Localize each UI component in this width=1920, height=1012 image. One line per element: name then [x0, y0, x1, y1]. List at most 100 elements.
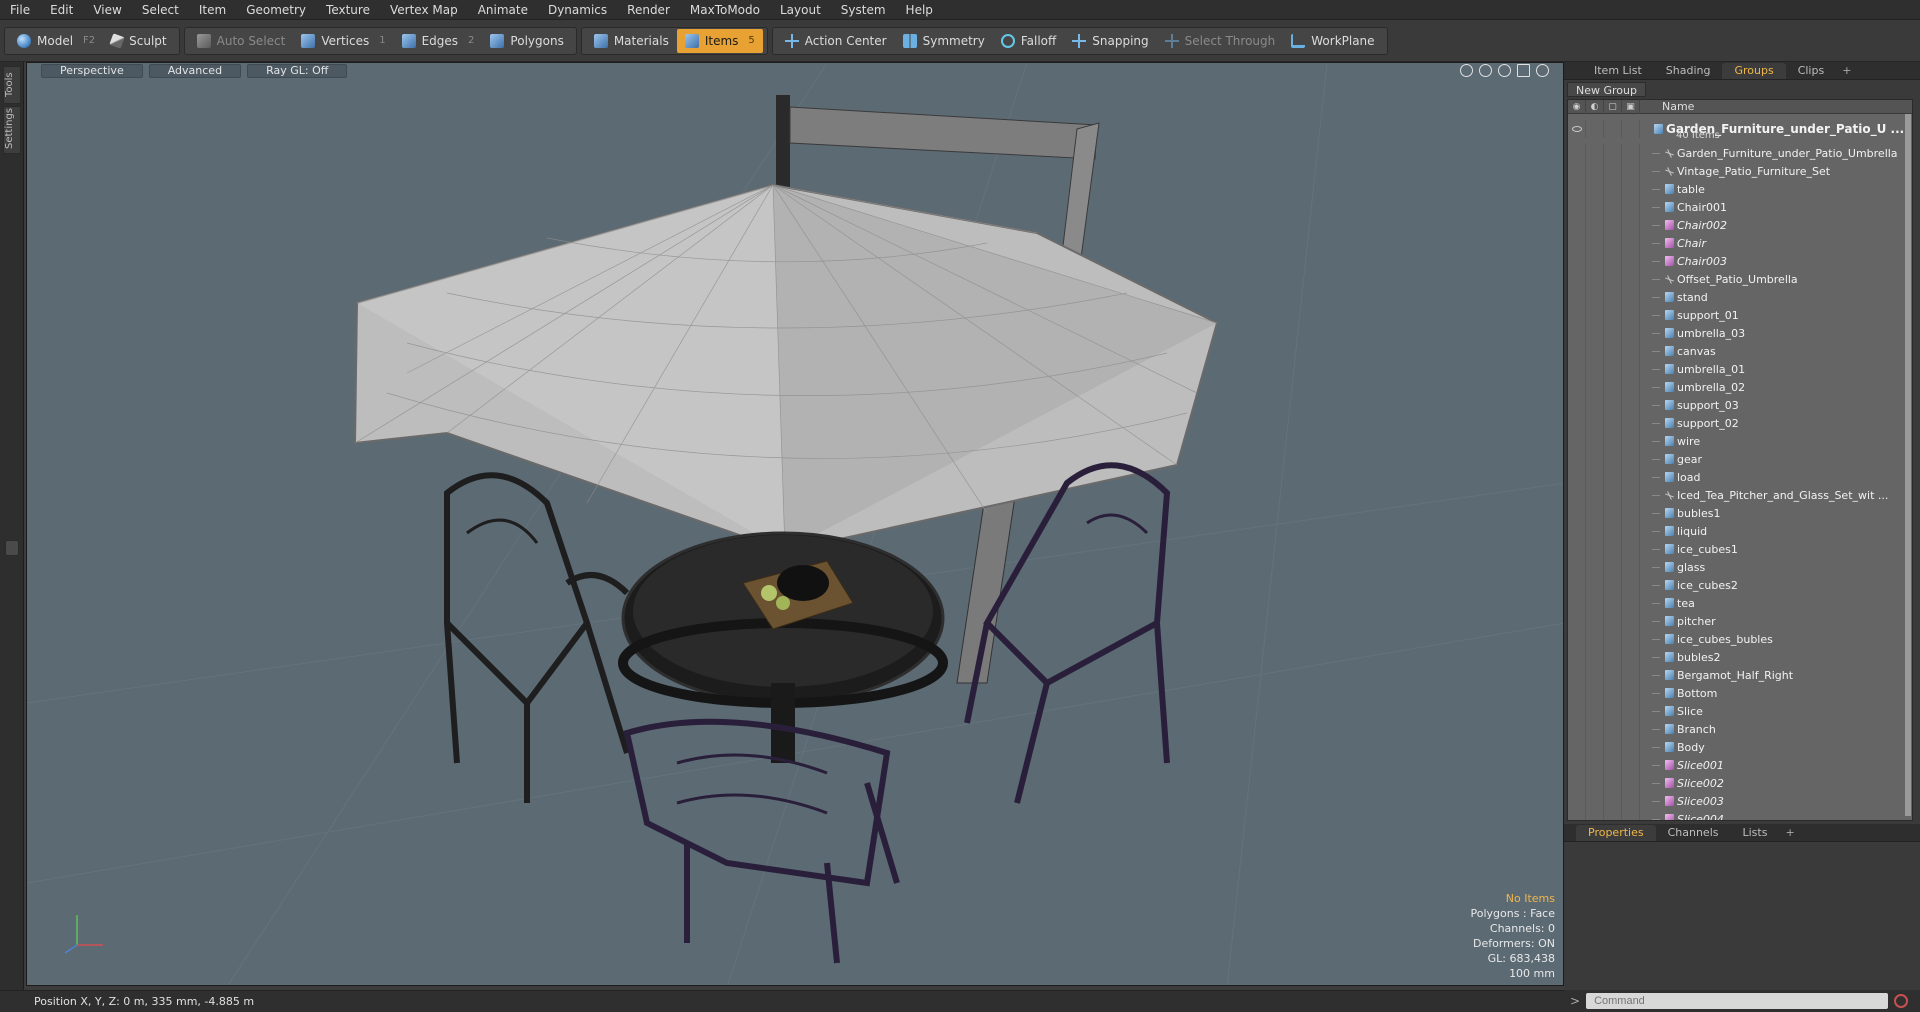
- menu-render[interactable]: Render: [617, 0, 680, 20]
- row-toggle-cell[interactable]: [1568, 396, 1586, 414]
- row-toggle-cell[interactable]: [1586, 540, 1604, 558]
- list-item[interactable]: canvas: [1568, 342, 1912, 360]
- edges-button[interactable]: Edges 2: [394, 29, 483, 53]
- list-item[interactable]: Bottom: [1568, 684, 1912, 702]
- action-center-button[interactable]: Action Center: [777, 29, 895, 53]
- row-toggle-cell[interactable]: [1622, 216, 1640, 234]
- command-input[interactable]: [1586, 993, 1889, 1009]
- tab-properties[interactable]: Properties: [1576, 825, 1656, 841]
- row-toggle-cell[interactable]: [1622, 180, 1640, 198]
- list-item[interactable]: umbrella_01: [1568, 360, 1912, 378]
- row-toggle-cell[interactable]: [1568, 468, 1586, 486]
- row-toggle-cell[interactable]: [1604, 360, 1622, 378]
- row-toggle-cell[interactable]: [1568, 288, 1586, 306]
- row-toggle-cell[interactable]: [1568, 216, 1586, 234]
- row-toggle-cell[interactable]: [1622, 378, 1640, 396]
- list-item[interactable]: Chair: [1568, 234, 1912, 252]
- row-toggle-cell[interactable]: [1568, 774, 1586, 792]
- list-item[interactable]: Body: [1568, 738, 1912, 756]
- row-toggle-cell[interactable]: [1604, 738, 1622, 756]
- list-item[interactable]: Slice002: [1568, 774, 1912, 792]
- items-button[interactable]: Items 5: [676, 28, 763, 53]
- row-toggle-cell[interactable]: [1604, 756, 1622, 774]
- row-toggle-cell[interactable]: [1622, 450, 1640, 468]
- row-toggle-cell[interactable]: [1604, 774, 1622, 792]
- add-tab-icon[interactable]: +: [1836, 63, 1857, 79]
- row-toggle-cell[interactable]: [1568, 648, 1586, 666]
- row-toggle-cell[interactable]: [1586, 198, 1604, 216]
- lock-toggle[interactable]: [1586, 120, 1604, 138]
- list-item[interactable]: liquid: [1568, 522, 1912, 540]
- row-toggle-cell[interactable]: [1586, 324, 1604, 342]
- row-toggle-cell[interactable]: [1586, 342, 1604, 360]
- row-toggle-cell[interactable]: [1568, 504, 1586, 522]
- row-toggle-cell[interactable]: [1622, 414, 1640, 432]
- list-item[interactable]: Chair003: [1568, 252, 1912, 270]
- list-item[interactable]: load: [1568, 468, 1912, 486]
- row-toggle-cell[interactable]: [1622, 810, 1640, 820]
- menu-item[interactable]: Item: [189, 0, 236, 20]
- menu-view[interactable]: View: [83, 0, 131, 20]
- list-item[interactable]: Branch: [1568, 720, 1912, 738]
- row-toggle-cell[interactable]: [1622, 738, 1640, 756]
- row-toggle-cell[interactable]: [1622, 720, 1640, 738]
- row-toggle-cell[interactable]: [1622, 306, 1640, 324]
- row-toggle-cell[interactable]: [1568, 558, 1586, 576]
- row-toggle-cell[interactable]: [1622, 144, 1640, 162]
- row-toggle-cell[interactable]: [1568, 450, 1586, 468]
- row-toggle-cell[interactable]: [1586, 396, 1604, 414]
- row-toggle-cell[interactable]: [1604, 306, 1622, 324]
- row-toggle-cell[interactable]: [1622, 234, 1640, 252]
- row-toggle-cell[interactable]: [1568, 414, 1586, 432]
- row-toggle-cell[interactable]: [1568, 198, 1586, 216]
- row-toggle-cell[interactable]: [1622, 252, 1640, 270]
- row-toggle-cell[interactable]: [1586, 180, 1604, 198]
- list-item[interactable]: Chair001: [1568, 198, 1912, 216]
- menu-dynamics[interactable]: Dynamics: [538, 0, 617, 20]
- row-toggle-cell[interactable]: [1604, 234, 1622, 252]
- row-toggle-cell[interactable]: [1586, 306, 1604, 324]
- row-toggle-cell[interactable]: [1568, 756, 1586, 774]
- list-item[interactable]: Bergamot_Half_Right: [1568, 666, 1912, 684]
- list-item[interactable]: Slice004: [1568, 810, 1912, 820]
- strip-toggle-button[interactable]: [5, 540, 19, 556]
- list-item[interactable]: pitcher: [1568, 612, 1912, 630]
- row-toggle-cell[interactable]: [1568, 270, 1586, 288]
- row-toggle-cell[interactable]: [1586, 450, 1604, 468]
- list-item[interactable]: tea: [1568, 594, 1912, 612]
- row-toggle-cell[interactable]: [1568, 378, 1586, 396]
- row-toggle-cell[interactable]: [1604, 288, 1622, 306]
- row-toggle-cell[interactable]: [1622, 594, 1640, 612]
- row-toggle-cell[interactable]: [1604, 666, 1622, 684]
- row-toggle-cell[interactable]: [1604, 216, 1622, 234]
- menu-system[interactable]: System: [831, 0, 896, 20]
- row-toggle-cell[interactable]: [1604, 504, 1622, 522]
- row-toggle-cell[interactable]: [1586, 738, 1604, 756]
- row-toggle-cell[interactable]: [1568, 234, 1586, 252]
- row-toggle-cell[interactable]: [1568, 576, 1586, 594]
- row-toggle-cell[interactable]: [1604, 432, 1622, 450]
- row-toggle-cell[interactable]: [1568, 432, 1586, 450]
- row-toggle-cell[interactable]: [1604, 792, 1622, 810]
- row-toggle-cell[interactable]: [1622, 774, 1640, 792]
- row-toggle-cell[interactable]: [1586, 270, 1604, 288]
- list-item[interactable]: Slice003: [1568, 792, 1912, 810]
- render-toggle[interactable]: [1622, 120, 1640, 138]
- row-toggle-cell[interactable]: [1568, 540, 1586, 558]
- row-toggle-cell[interactable]: [1604, 342, 1622, 360]
- row-toggle-cell[interactable]: [1604, 450, 1622, 468]
- row-toggle-cell[interactable]: [1586, 252, 1604, 270]
- row-toggle-cell[interactable]: [1586, 648, 1604, 666]
- row-toggle-cell[interactable]: [1586, 792, 1604, 810]
- row-toggle-cell[interactable]: [1568, 360, 1586, 378]
- menu-help[interactable]: Help: [896, 0, 943, 20]
- row-toggle-cell[interactable]: [1604, 162, 1622, 180]
- menu-vertex-map[interactable]: Vertex Map: [380, 0, 468, 20]
- list-item[interactable]: stand: [1568, 288, 1912, 306]
- row-toggle-cell[interactable]: [1604, 198, 1622, 216]
- snapping-button[interactable]: Snapping: [1064, 29, 1156, 53]
- list-item[interactable]: support_02: [1568, 414, 1912, 432]
- tab-channels[interactable]: Channels: [1656, 825, 1731, 841]
- list-item[interactable]: Iced_Tea_Pitcher_and_Glass_Set_wit ...: [1568, 486, 1912, 504]
- row-toggle-cell[interactable]: [1622, 648, 1640, 666]
